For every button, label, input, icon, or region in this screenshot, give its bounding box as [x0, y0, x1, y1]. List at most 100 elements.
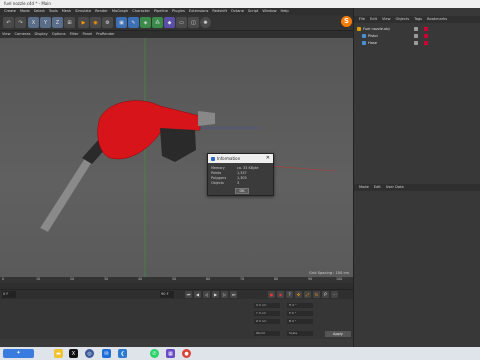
om-menu-tags[interactable]: Tags: [414, 16, 422, 23]
view-menu-prorender[interactable]: ProRender: [96, 31, 115, 38]
close-icon[interactable]: ✕: [266, 154, 270, 163]
prev-key-icon[interactable]: ◀: [194, 291, 201, 298]
menu-help[interactable]: Help: [281, 8, 289, 15]
menu-redshift[interactable]: Redshift: [212, 8, 227, 15]
menu-simulate[interactable]: Simulate: [75, 8, 91, 15]
attr-menu-mode[interactable]: Mode: [359, 184, 369, 191]
menu-create[interactable]: Create: [4, 8, 16, 15]
om-menu-edit[interactable]: Edit: [370, 16, 377, 23]
y-axis-icon[interactable]: Y: [40, 17, 51, 28]
coord-p-field[interactable]: P 0 °: [287, 311, 313, 316]
om-menu-file[interactable]: File: [359, 16, 365, 23]
menu-character[interactable]: Character: [132, 8, 150, 15]
menu-plugins[interactable]: Plugins: [172, 8, 185, 15]
material-tag-icon[interactable]: [424, 27, 428, 31]
go-to-end-icon[interactable]: ⏭: [230, 291, 237, 298]
whatsapp-icon[interactable]: ✆: [150, 349, 159, 358]
om-menu-objects[interactable]: Objects: [396, 16, 410, 23]
keyframe-selection-icon[interactable]: ?: [286, 291, 293, 298]
light-icon[interactable]: ✺: [200, 17, 211, 28]
subdivide-icon[interactable]: ◈: [140, 17, 151, 28]
parameter-key-icon[interactable]: P: [322, 291, 329, 298]
play-icon[interactable]: ▶: [212, 291, 219, 298]
material-tag-icon[interactable]: [424, 34, 428, 38]
coord-b-field[interactable]: B 0 °: [287, 319, 313, 324]
floor-icon[interactable]: ▭: [176, 17, 187, 28]
object-item-root[interactable]: Fuel nozzle.obj: [357, 26, 390, 32]
coord-x-field[interactable]: X 0 cm: [254, 303, 280, 308]
redo-icon[interactable]: ↷: [15, 17, 26, 28]
timeline[interactable]: 0 10 20 30 40 50 60 70 80 90 100: [0, 277, 353, 289]
coord-y-field[interactable]: Y 0 cm: [254, 311, 280, 316]
om-menu-bookmarks[interactable]: Bookmarks: [427, 16, 447, 23]
record-icon[interactable]: ●: [268, 291, 275, 298]
menu-pipeline[interactable]: Pipeline: [154, 8, 168, 15]
array-icon[interactable]: ⁂: [152, 17, 163, 28]
menu-window[interactable]: Window: [262, 8, 276, 15]
menu-mesh[interactable]: Mesh: [62, 8, 71, 15]
object-item-hose[interactable]: Hose: [362, 40, 377, 46]
rotation-key-icon[interactable]: ↻: [313, 291, 320, 298]
menu-octane[interactable]: Octane: [231, 8, 244, 15]
play-backward-icon[interactable]: ◁: [203, 291, 210, 298]
view-menu-filter[interactable]: Filter: [70, 31, 79, 38]
pen-icon[interactable]: ✎: [128, 17, 139, 28]
camera-icon[interactable]: ◫: [188, 17, 199, 28]
menu-script[interactable]: Script: [248, 8, 258, 15]
scale-key-icon[interactable]: ⤢: [304, 291, 311, 298]
render-view-icon[interactable]: ▶: [78, 17, 89, 28]
view-menu-view[interactable]: View: [2, 31, 11, 38]
menu-mode[interactable]: Mode: [20, 8, 30, 15]
perspective-viewport[interactable]: Grid Spacing : 100 cm: [0, 38, 353, 277]
render-picture-icon[interactable]: ◉: [90, 17, 101, 28]
deformer-icon[interactable]: ◆: [164, 17, 175, 28]
view-menu-options[interactable]: Options: [52, 31, 66, 38]
menu-render[interactable]: Render: [95, 8, 108, 15]
ok-button[interactable]: OK: [235, 188, 249, 194]
menu-select[interactable]: Select: [34, 8, 45, 15]
x-axis-icon[interactable]: X: [28, 17, 39, 28]
coord-mode-dropdown[interactable]: World: [254, 331, 280, 336]
visibility-dots-icon[interactable]: [414, 27, 418, 31]
material-tag-icon[interactable]: [424, 41, 428, 45]
menu-tools[interactable]: Tools: [49, 8, 58, 15]
material-manager[interactable]: [0, 299, 250, 339]
view-menu-display[interactable]: Display: [35, 31, 48, 38]
x-icon[interactable]: X: [69, 349, 78, 358]
view-menu-cameras[interactable]: Cameras: [15, 31, 31, 38]
render-settings-icon[interactable]: ⚙: [102, 17, 113, 28]
fuel-nozzle-model[interactable]: [39, 100, 215, 233]
photos-icon[interactable]: ▦: [166, 349, 175, 358]
end-frame-field[interactable]: 90 F: [160, 291, 174, 298]
chrome-icon[interactable]: ◎: [85, 349, 94, 358]
next-key-icon[interactable]: ▷: [221, 291, 228, 298]
undo-icon[interactable]: ↶: [3, 17, 14, 28]
file-explorer-icon[interactable]: ▬: [54, 349, 63, 358]
point-level-icon[interactable]: ⋯: [331, 291, 338, 298]
auto-key-icon[interactable]: ◉: [277, 291, 284, 298]
coordinate-system-icon[interactable]: ⊞: [64, 17, 75, 28]
object-item-pistol[interactable]: Pistol: [362, 33, 378, 39]
apply-button[interactable]: Apply: [325, 331, 351, 337]
menu-mograph[interactable]: MoGraph: [112, 8, 128, 15]
start-frame-field[interactable]: 0 F: [2, 291, 16, 298]
vscode-icon[interactable]: ❮: [118, 349, 127, 358]
om-menu-view[interactable]: View: [382, 16, 391, 23]
mail-icon[interactable]: ✉: [102, 349, 111, 358]
go-to-start-icon[interactable]: ⏮: [185, 291, 192, 298]
cube-icon[interactable]: ▣: [116, 17, 127, 28]
visibility-dots-icon[interactable]: [414, 41, 418, 45]
view-menu-panel[interactable]: Panel: [83, 31, 93, 38]
object-item-label: Hose: [368, 41, 377, 45]
start-button[interactable]: ✦: [3, 349, 34, 358]
coord-z-field[interactable]: Z 0 cm: [254, 319, 280, 324]
attr-menu-edit[interactable]: Edit: [374, 184, 381, 191]
settings-icon[interactable]: ●: [182, 349, 191, 358]
menu-extensions[interactable]: Extensions: [189, 8, 209, 15]
visibility-dots-icon[interactable]: [414, 34, 418, 38]
position-key-icon[interactable]: ✥: [295, 291, 302, 298]
coord-scale-dropdown[interactable]: Scale: [287, 331, 313, 336]
coord-h-field[interactable]: H 0 °: [287, 303, 313, 308]
z-axis-icon[interactable]: Z: [52, 17, 63, 28]
attr-menu-userdata[interactable]: User Data: [386, 184, 404, 191]
